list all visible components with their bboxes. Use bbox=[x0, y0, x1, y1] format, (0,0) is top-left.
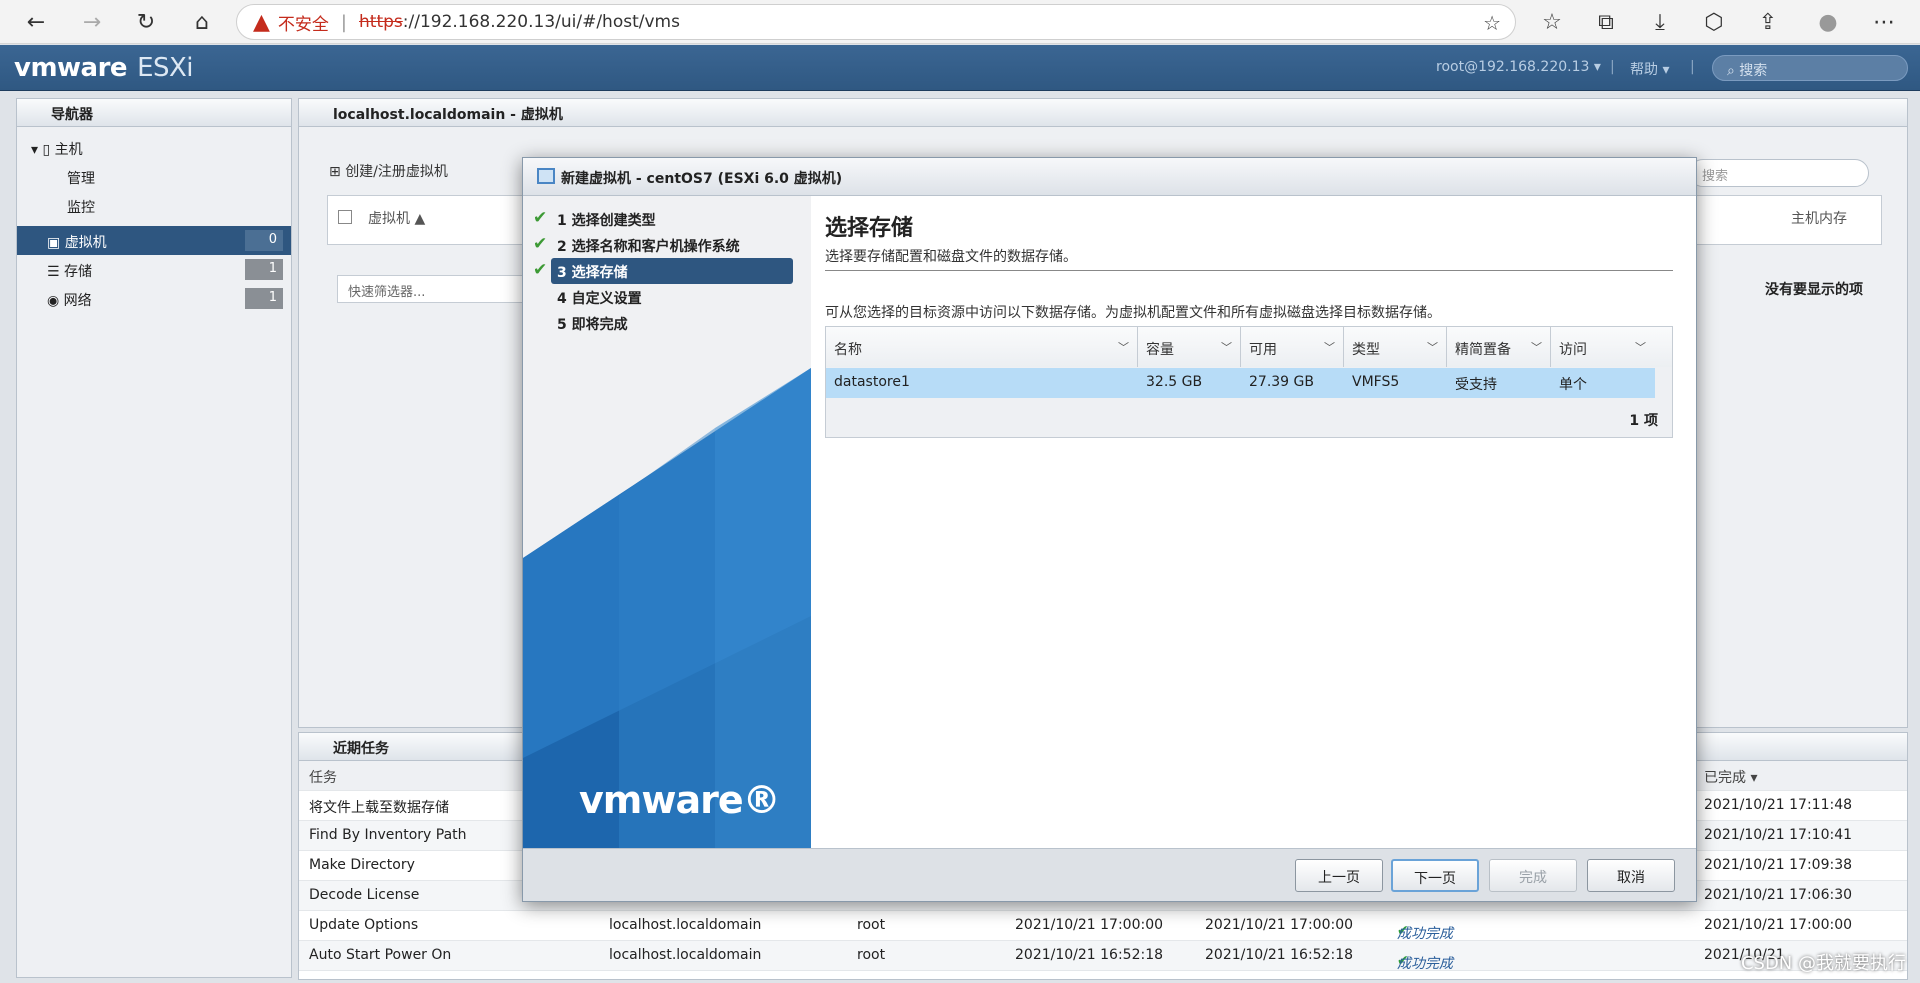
task-column-header[interactable]: 任务 bbox=[309, 767, 337, 787]
column-header-name[interactable]: 名称 ﹀ bbox=[826, 327, 1138, 367]
new-vm-wizard-dialog: 新建虚拟机 - centOS7 (ESXi 6.0 虚拟机) 1 选择创建类型 … bbox=[522, 157, 1697, 902]
insecure-label: 不安全 bbox=[277, 14, 329, 35]
datastore-row[interactable]: datastore1 32.5 GB 27.39 GB VMFS5 受支持 单个 bbox=[826, 368, 1655, 398]
vm-search-input[interactable]: 搜索 bbox=[1689, 159, 1869, 187]
main-title: localhost.localdomain - 虚拟机 bbox=[299, 99, 1907, 127]
step-1-check-icon: ✔ bbox=[533, 208, 548, 228]
storage-icon: ☰ bbox=[47, 264, 60, 280]
forward-arrow-icon[interactable]: → bbox=[76, 6, 108, 38]
column-header-thin[interactable]: 精简置备 ﹀ bbox=[1447, 327, 1551, 367]
browser-toolbar: ← → ↻ ⌂ ▲ 不安全 | https://192.168.220.13/u… bbox=[0, 0, 1920, 44]
create-vm-icon: ⊞ bbox=[329, 164, 341, 180]
vm-count-badge: 0 bbox=[245, 230, 283, 251]
chevron-down-icon: ﹀ bbox=[1635, 341, 1646, 354]
share-icon[interactable]: ⇪ bbox=[1752, 6, 1784, 38]
network-count-badge: 1 bbox=[245, 288, 283, 309]
page-subtitle: 选择要存储配置和磁盘文件的数据存储。 bbox=[825, 249, 1077, 265]
nav-item-monitor[interactable]: 监控 bbox=[17, 191, 291, 220]
next-button[interactable]: 下一页 bbox=[1391, 859, 1479, 892]
column-header-access[interactable]: 访问 ﹀ bbox=[1551, 327, 1672, 367]
profile-avatar-icon[interactable]: ● bbox=[1812, 6, 1844, 38]
nav-item-vms[interactable]: ▣ 虚拟机 0 bbox=[17, 226, 291, 255]
item-count: 1 项 bbox=[1629, 413, 1658, 429]
table-row[interactable]: Auto Start Power On localhost.localdomai… bbox=[299, 941, 1907, 972]
back-button[interactable]: 上一页 bbox=[1295, 859, 1383, 892]
wizard-step-1[interactable]: 1 选择创建类型 bbox=[551, 206, 793, 232]
network-icon: ◉ bbox=[47, 293, 60, 309]
finish-button[interactable]: 完成 bbox=[1489, 859, 1577, 892]
navigator-title: 导航器 bbox=[17, 99, 291, 127]
table-row[interactable]: Update Options localhost.localdomain roo… bbox=[299, 911, 1907, 942]
vm-column-header[interactable]: 虚拟机 ▲ bbox=[368, 208, 425, 228]
host-icon: ▯ bbox=[42, 142, 51, 158]
storage-count-badge: 1 bbox=[245, 259, 283, 280]
wizard-steps-panel: 1 选择创建类型 ✔ 2 选择名称和客户机操作系统 ✔ 3 选择存储 ✔ 4 自… bbox=[523, 196, 811, 848]
create-vm-button[interactable]: ⊞ 创建/注册虚拟机 bbox=[329, 161, 448, 181]
header-search-input[interactable]: ⌕ 搜索 bbox=[1712, 55, 1908, 81]
vmware-esxi-logo: vmware ESXi bbox=[14, 53, 194, 83]
user-menu[interactable]: root@192.168.220.13 ▾ bbox=[1436, 59, 1601, 75]
warning-icon: ▲ bbox=[253, 9, 270, 35]
vm-icon: ▣ bbox=[47, 235, 61, 251]
more-menu-icon[interactable]: ⋯ bbox=[1868, 6, 1900, 38]
nav-item-network[interactable]: ◉ 网络 1 bbox=[17, 284, 291, 313]
extensions-icon[interactable]: ⬡ bbox=[1698, 6, 1730, 38]
dialog-title: 新建虚拟机 - centOS7 (ESXi 6.0 虚拟机) bbox=[523, 158, 1696, 196]
address-bar[interactable]: ▲ 不安全 | https://192.168.220.13/ui/#/host… bbox=[236, 4, 1516, 40]
cancel-button[interactable]: 取消 bbox=[1587, 859, 1675, 892]
wizard-step-4[interactable]: 4 自定义设置 bbox=[551, 284, 793, 310]
home-icon[interactable]: ⌂ bbox=[186, 6, 218, 38]
column-header-free[interactable]: 可用 ﹀ bbox=[1241, 327, 1344, 367]
no-items-text: 没有要显示的项 bbox=[1765, 282, 1863, 298]
wizard-step-3[interactable]: 3 选择存储 bbox=[551, 258, 793, 284]
add-favorite-icon[interactable]: ☆ bbox=[1483, 11, 1501, 35]
datastore-table: 名称 ﹀ 容量 ﹀ 可用 ﹀ 类型 ﹀ 精简置备 ﹀ 访问 ﹀ datastore1 32.… bbox=[825, 326, 1673, 438]
navigator-panel: 导航器 ▾ ▯ 主机 管理 监控 ▣ 虚拟机 0 ☰ 存储 1 ◉ 网络 1 bbox=[16, 98, 292, 978]
wizard-step-5[interactable]: 5 即将完成 bbox=[551, 310, 793, 336]
collections-icon[interactable]: ⧉ bbox=[1590, 6, 1622, 38]
step-3-check-icon: ✔ bbox=[533, 260, 548, 280]
wizard-content: 选择存储 选择要存储配置和磁盘文件的数据存储。 可从您选择的目标资源中访问以下数… bbox=[813, 196, 1696, 848]
chevron-down-icon: ﹀ bbox=[1531, 341, 1542, 354]
watermark: CSDN @我就要执行 bbox=[1740, 953, 1906, 974]
step-2-check-icon: ✔ bbox=[533, 234, 548, 254]
url-text: https://192.168.220.13/ui/#/host/vms bbox=[359, 12, 680, 32]
column-header-capacity[interactable]: 容量 ﹀ bbox=[1138, 327, 1241, 367]
help-menu[interactable]: 帮助 ▾ bbox=[1630, 59, 1669, 79]
nav-item-manage[interactable]: 管理 bbox=[17, 162, 291, 191]
chevron-down-icon: ﹀ bbox=[1324, 341, 1335, 354]
downloads-icon[interactable]: ⤓ bbox=[1644, 6, 1676, 38]
dialog-footer: 上一页 下一页 完成 取消 bbox=[523, 848, 1696, 901]
page-description: 可从您选择的目标资源中访问以下数据存储。为虚拟机配置文件和所有虚拟磁盘选择目标数… bbox=[825, 305, 1441, 321]
wizard-step-2[interactable]: 2 选择名称和客户机操作系统 bbox=[551, 232, 793, 258]
chevron-down-icon: ﹀ bbox=[1221, 341, 1232, 354]
memory-column-header[interactable]: 主机内存 bbox=[1791, 208, 1847, 228]
column-header-type[interactable]: 类型 ﹀ bbox=[1344, 327, 1447, 367]
back-arrow-icon[interactable]: ← bbox=[20, 6, 52, 38]
new-vm-icon bbox=[537, 168, 555, 184]
esxi-header: vmware ESXi root@192.168.220.13 ▾ | 帮助 ▾ … bbox=[0, 45, 1920, 91]
favorites-icon[interactable]: ☆ bbox=[1536, 6, 1568, 38]
nav-item-host[interactable]: ▾ ▯ 主机 bbox=[17, 133, 291, 162]
select-all-checkbox[interactable] bbox=[338, 210, 352, 224]
completed-column-header[interactable]: 已完成 ▾ bbox=[1704, 767, 1757, 787]
nav-item-storage[interactable]: ☰ 存储 1 bbox=[17, 255, 291, 284]
refresh-icon[interactable]: ↻ bbox=[130, 6, 162, 38]
chevron-down-icon: ﹀ bbox=[1427, 341, 1438, 354]
page-title: 选择存储 bbox=[825, 216, 914, 241]
vmware-logo: vmware® bbox=[579, 778, 781, 822]
chevron-down-icon: ﹀ bbox=[1118, 341, 1129, 354]
divider bbox=[825, 270, 1673, 271]
